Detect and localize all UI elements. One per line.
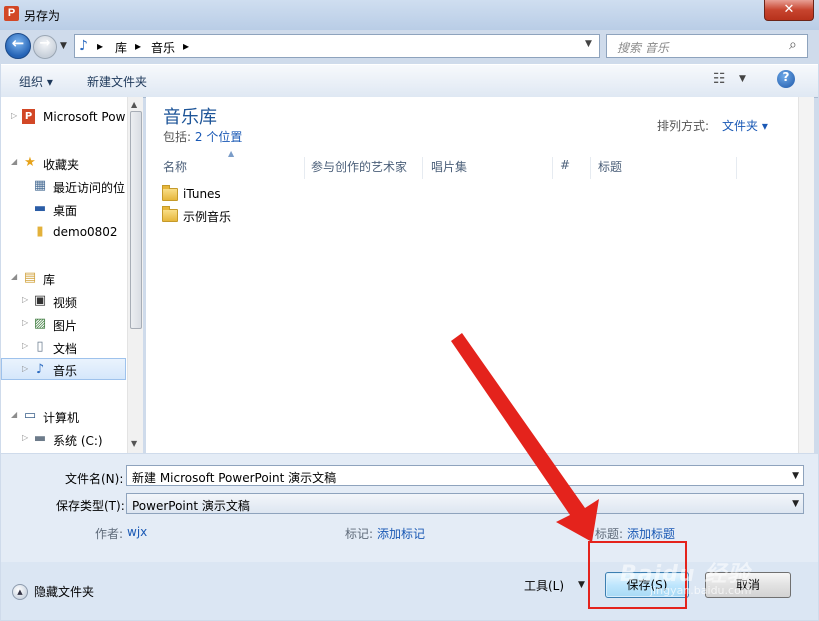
author-label: 作者: bbox=[95, 527, 124, 541]
breadcrumb-separator[interactable]: ▸ bbox=[183, 39, 189, 53]
column-header-title[interactable]: 标题 bbox=[590, 157, 737, 179]
watermark-url: jingyan.baidu.com bbox=[650, 584, 752, 597]
organize-menu[interactable]: 组织 ▾ bbox=[19, 73, 53, 90]
chevron-down-icon[interactable]: ▼ bbox=[585, 39, 592, 49]
nav-item-demo0802[interactable]: ▮ demo0802 bbox=[1, 221, 126, 243]
view-options-icon[interactable]: ☷ bbox=[713, 71, 726, 87]
title-label: 标题: bbox=[595, 527, 624, 541]
locations-link[interactable]: 2 个位置 bbox=[195, 130, 242, 144]
filename-field[interactable]: 新建 Microsoft PowerPoint 演示文稿 ▼ bbox=[126, 465, 804, 486]
star-icon: ★ bbox=[24, 155, 36, 170]
breadcrumb-library[interactable]: 库 bbox=[115, 39, 127, 56]
hide-folders-button[interactable]: 隐藏文件夹 bbox=[34, 583, 94, 600]
filename-value: 新建 Microsoft PowerPoint 演示文稿 bbox=[132, 471, 337, 485]
library-includes: 包括: 2 个位置 bbox=[163, 128, 242, 145]
folder-icon bbox=[162, 185, 178, 201]
nav-item-powerpoint[interactable]: ▷ P Microsoft Pow bbox=[1, 106, 126, 128]
nav-item-video[interactable]: ▷ ▣ 视频 bbox=[1, 290, 126, 312]
breadcrumb-separator[interactable]: ▸ bbox=[135, 39, 141, 53]
chevron-down-icon[interactable]: ▼ bbox=[792, 471, 799, 481]
music-icon: ♪ bbox=[79, 38, 88, 54]
collapse-icon[interactable]: ▲ bbox=[12, 584, 28, 600]
chevron-down-icon[interactable]: ▼ bbox=[792, 499, 799, 509]
new-folder-button[interactable]: 新建文件夹 bbox=[87, 73, 147, 90]
powerpoint-icon: P bbox=[22, 109, 35, 124]
recent-icon: ▦ bbox=[33, 178, 47, 193]
nav-item-music[interactable]: ▷ ♪ 音乐 bbox=[1, 358, 126, 380]
address-bar[interactable]: ♪ ▸ 库 ▸ 音乐 ▸ ▼ ⟲ bbox=[74, 34, 669, 58]
column-header-album[interactable]: 唱片集 bbox=[422, 157, 553, 179]
help-icon[interactable]: ? bbox=[777, 70, 795, 88]
search-input[interactable]: 搜索 音乐 ⌕ bbox=[606, 34, 808, 58]
breadcrumb-music[interactable]: 音乐 bbox=[151, 39, 175, 56]
nav-item-library[interactable]: ◢ ▤ 库 bbox=[1, 267, 126, 289]
back-button[interactable]: ← bbox=[5, 33, 31, 59]
column-header-name[interactable]: 名称 bbox=[160, 157, 305, 179]
nav-item-documents[interactable]: ▷ ▯ 文档 bbox=[1, 336, 126, 358]
document-icon: ▯ bbox=[36, 339, 44, 354]
picture-icon: ▨ bbox=[33, 316, 47, 331]
music-icon: ♪ bbox=[35, 362, 45, 377]
recent-pages-dropdown[interactable]: ▼ bbox=[60, 41, 67, 51]
drive-icon: ▬ bbox=[33, 431, 47, 446]
nav-item-favorites[interactable]: ◢ ★ 收藏夹 bbox=[1, 152, 126, 174]
list-item[interactable]: iTunes bbox=[160, 185, 460, 205]
column-header-number[interactable]: # bbox=[552, 157, 591, 179]
add-tags-link[interactable]: 添加标记 bbox=[377, 525, 425, 542]
forward-button[interactable]: → bbox=[33, 35, 57, 59]
computer-icon: ▭ bbox=[23, 408, 37, 423]
tools-menu-button[interactable]: 工具(L) bbox=[524, 577, 564, 594]
breadcrumb-separator[interactable]: ▸ bbox=[97, 39, 103, 53]
chevron-down-icon[interactable]: ▼ bbox=[578, 580, 585, 590]
powerpoint-icon: P bbox=[4, 6, 19, 21]
nav-item-computer[interactable]: ◢ ▭ 计算机 bbox=[1, 405, 126, 427]
scroll-down-icon[interactable]: ▼ bbox=[131, 439, 137, 448]
scroll-up-icon[interactable]: ▲ bbox=[131, 100, 137, 109]
search-placeholder: 搜索 音乐 bbox=[617, 41, 669, 55]
file-list-pane: 音乐库 包括: 2 个位置 排列方式: 文件夹 ▾ ▲ 名称 参与创作的艺术家 … bbox=[146, 97, 813, 453]
arrange-by-label: 排列方式: bbox=[657, 119, 710, 133]
library-title: 音乐库 bbox=[163, 107, 217, 128]
author-value[interactable]: wjx bbox=[127, 525, 147, 539]
library-icon: ▤ bbox=[23, 270, 37, 285]
filetype-label: 保存类型(T): bbox=[56, 499, 125, 513]
nav-scrollbar[interactable]: ▲ ▼ bbox=[127, 97, 143, 453]
list-item[interactable]: 示例音乐 bbox=[160, 206, 460, 226]
folder-icon bbox=[162, 206, 178, 222]
column-header-artist[interactable]: 参与创作的艺术家 bbox=[304, 157, 423, 179]
includes-label: 包括: bbox=[163, 130, 192, 144]
toolbar: 组织 ▾ 新建文件夹 ☷ ▼ ? bbox=[1, 64, 818, 98]
close-button[interactable]: ✕ bbox=[764, 0, 814, 21]
folder-icon: ▮ bbox=[36, 224, 44, 239]
nav-item-recent[interactable]: ▦ 最近访问的位 bbox=[1, 175, 126, 197]
chevron-down-icon[interactable]: ▼ bbox=[739, 74, 746, 84]
scroll-thumb[interactable] bbox=[130, 111, 142, 329]
navigation-pane: ▷ P Microsoft Pow ◢ ★ 收藏夹 ▦ 最近访问的位 ▬ 桌面 … bbox=[1, 97, 143, 453]
filename-label: 文件名(N): bbox=[65, 472, 124, 486]
nav-item-desktop[interactable]: ▬ 桌面 bbox=[1, 198, 126, 220]
filetype-value: PowerPoint 演示文稿 bbox=[132, 499, 250, 513]
add-title-link[interactable]: 添加标题 bbox=[627, 525, 675, 542]
nav-item-drive-c[interactable]: ▷ ▬ 系统 (C:) bbox=[1, 428, 126, 450]
tags-label: 标记: bbox=[345, 527, 374, 541]
title-bar bbox=[0, 0, 819, 30]
desktop-icon: ▬ bbox=[33, 201, 47, 216]
video-icon: ▣ bbox=[33, 293, 47, 308]
arrange-by-dropdown[interactable]: 文件夹 ▾ bbox=[722, 117, 768, 134]
nav-item-pictures[interactable]: ▷ ▨ 图片 bbox=[1, 313, 126, 335]
search-icon[interactable]: ⌕ bbox=[789, 37, 797, 53]
filetype-select[interactable]: PowerPoint 演示文稿 ▼ bbox=[126, 493, 804, 514]
main-scrollbar[interactable] bbox=[798, 97, 814, 453]
window-title: 另存为 bbox=[24, 9, 61, 23]
